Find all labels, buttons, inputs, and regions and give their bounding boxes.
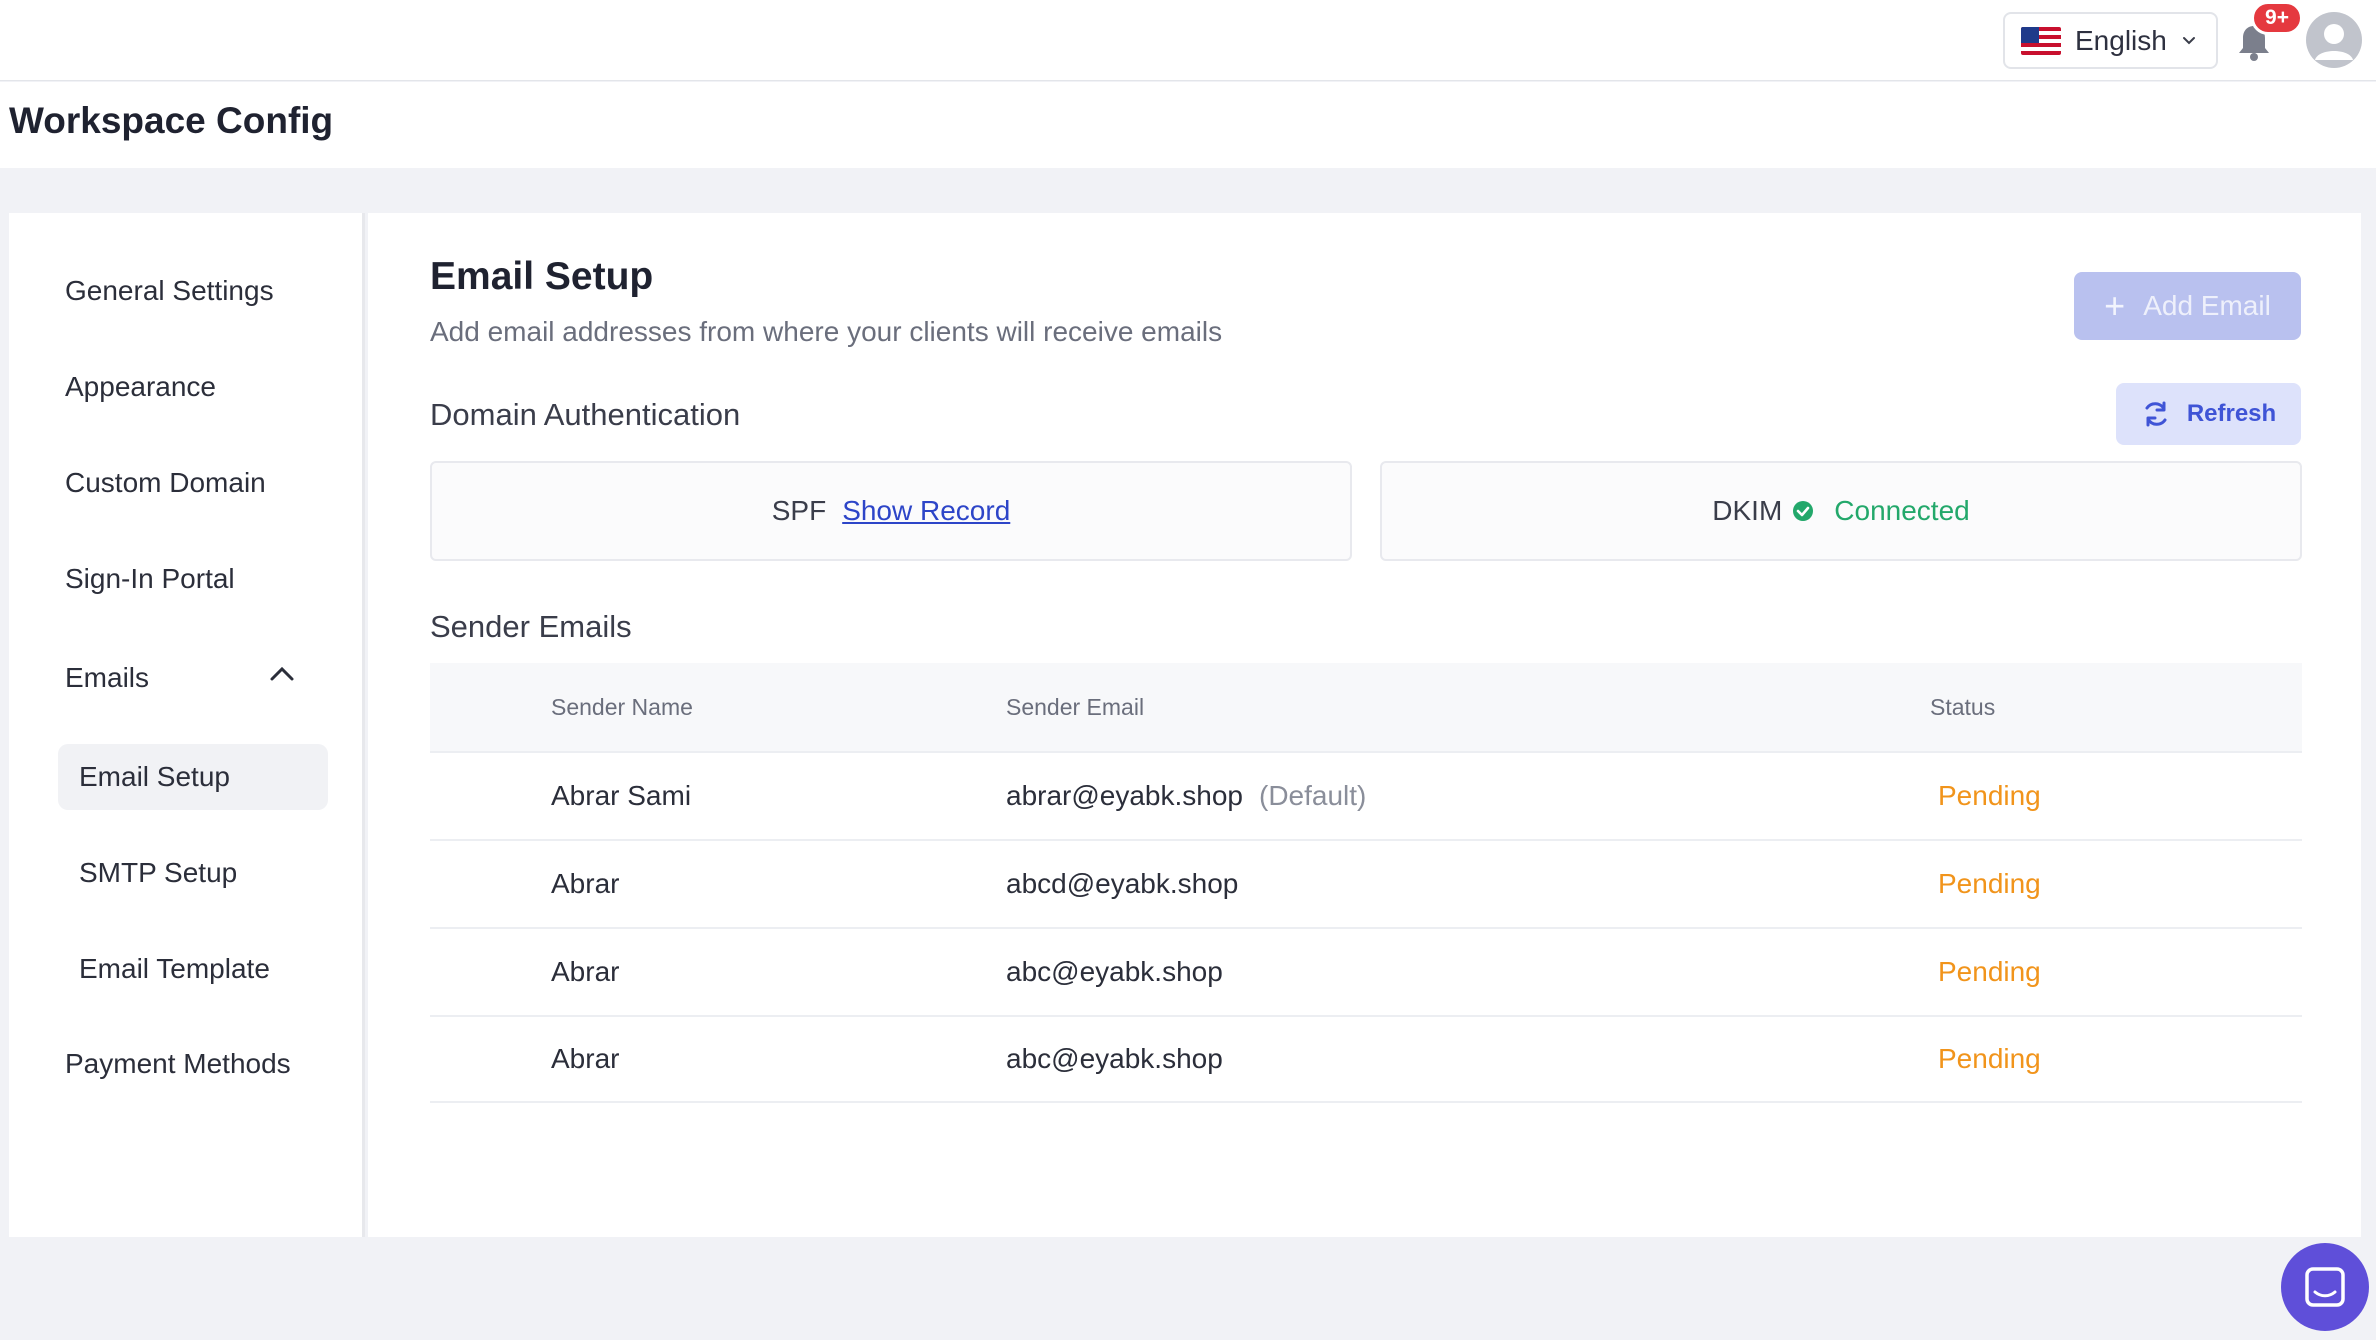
table-header: Sender Name Sender Email Status [430, 663, 2302, 751]
default-tag: (Default) [1259, 780, 1367, 811]
sidebar-item-smtp-setup[interactable]: SMTP Setup [58, 840, 328, 906]
sender-name-cell: Abrar Sami [551, 780, 692, 811]
show-record-link[interactable]: Show Record [842, 495, 1010, 527]
section-title: Email Setup [430, 255, 654, 298]
sender-email-cell: abrar@eyabk.shop (Default) [1006, 780, 1366, 812]
user-icon [2315, 24, 2353, 60]
avatar[interactable] [2306, 12, 2362, 68]
domain-auth-title: Domain Authentication [430, 397, 741, 432]
column-header-sender-name: Sender Name [551, 693, 693, 720]
sidebar-item-payment-methods[interactable]: Payment Methods [65, 1048, 291, 1080]
sidebar-item-appearance[interactable]: Appearance [65, 371, 216, 403]
table-row[interactable]: Abrar abc@eyabk.shop Pending [430, 1015, 2302, 1103]
table-row[interactable]: Abrar abcd@eyabk.shop Pending [430, 839, 2302, 927]
sidebar-item-custom-domain[interactable]: Custom Domain [65, 467, 266, 499]
table-row[interactable]: Abrar abc@eyabk.shop Pending [430, 927, 2302, 1015]
add-email-label: Add Email [2143, 290, 2271, 321]
dkim-status: Connected [1792, 495, 1970, 527]
sender-name-cell: Abrar [551, 956, 620, 987]
sidebar-item-email-setup[interactable]: Email Setup [58, 744, 328, 810]
language-select[interactable]: English [2003, 12, 2218, 69]
sidebar: General Settings Appearance Custom Domai… [9, 213, 365, 1237]
dkim-label: DKIM [1712, 495, 1783, 526]
sender-email-cell: abcd@eyabk.shop [1006, 868, 1239, 899]
plus-icon: + [2104, 285, 2126, 326]
chat-widget-button[interactable] [2281, 1243, 2369, 1331]
table-row[interactable]: Abrar Sami abrar@eyabk.shop (Default) Pen… [430, 751, 2302, 839]
section-subtitle: Add email addresses from where your clie… [430, 316, 1223, 347]
sidebar-item-emails[interactable]: Emails [65, 662, 149, 694]
refresh-icon [2145, 401, 2167, 427]
sidebar-item-general-settings[interactable]: General Settings [65, 275, 274, 307]
status-badge: Pending [1938, 956, 2041, 987]
check-circle-icon [1793, 501, 1814, 521]
sender-name-cell: Abrar [551, 1043, 620, 1074]
sender-name-cell: Abrar [551, 868, 620, 899]
sidebar-item-label: Email Template [79, 953, 270, 984]
dkim-status-label: Connected [1834, 495, 1970, 526]
refresh-label: Refresh [2186, 400, 2277, 427]
dkim-card: DKIM Connected [1380, 461, 2302, 561]
notification-badge: 9+ [2251, 1, 2303, 35]
sender-email-cell: abc@eyabk.shop [1006, 1043, 1223, 1074]
sidebar-item-sign-in-portal[interactable]: Sign-In Portal [65, 563, 235, 595]
main-content: Email Setup Add email addresses from whe… [368, 213, 2361, 1237]
status-badge: Pending [1938, 780, 2041, 811]
sidebar-item-email-template[interactable]: Email Template [58, 936, 328, 1002]
sidebar-item-label: SMTP Setup [79, 857, 238, 888]
sender-emails-title: Sender Emails [430, 609, 632, 644]
status-badge: Pending [1938, 1043, 2041, 1074]
sender-email-cell: abc@eyabk.shop [1006, 956, 1223, 987]
language-label: English [2075, 24, 2167, 56]
refresh-button[interactable]: Refresh [2116, 383, 2301, 445]
add-email-button[interactable]: + Add Email [2074, 272, 2301, 340]
page-title-bar: Workspace Config [0, 82, 2376, 168]
sidebar-item-label: Email Setup [79, 761, 230, 792]
chevron-up-icon[interactable] [269, 666, 295, 682]
sender-emails-table: Sender Name Sender Email Status Abrar Sa… [430, 663, 2302, 1103]
status-badge: Pending [1938, 868, 2041, 899]
chevron-down-icon [2182, 36, 2195, 44]
top-header: English 9+ [0, 0, 2376, 81]
us-flag-icon [2021, 26, 2061, 55]
column-header-sender-email: Sender Email [1006, 693, 1145, 720]
page-title: Workspace Config [9, 100, 334, 141]
column-header-status: Status [1930, 693, 1996, 720]
spf-label: SPF [771, 495, 827, 526]
sender-email-value: abrar@eyabk.shop [1006, 780, 1244, 811]
chat-icon [2305, 1267, 2345, 1307]
spf-card: SPF Show Record [430, 461, 1352, 561]
